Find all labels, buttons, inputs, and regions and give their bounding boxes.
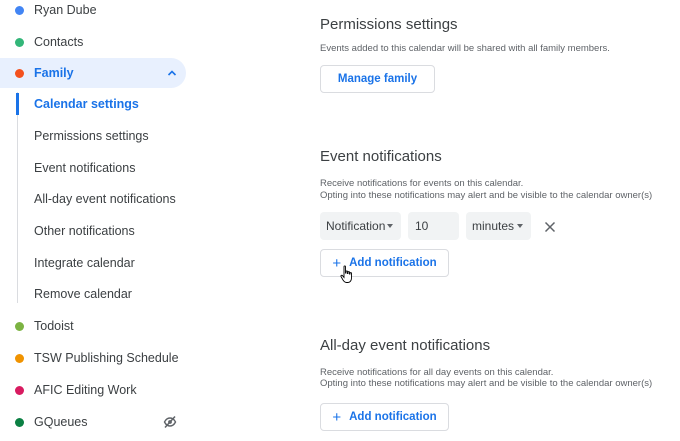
subnav-remove-calendar[interactable]: Remove calendar [34, 285, 132, 303]
sidebar-calendar-todoist[interactable]: Todoist [0, 311, 186, 341]
sidebar-calendar-contacts[interactable]: Contacts [0, 27, 186, 57]
calendar-label: Contacts [34, 35, 84, 49]
subnav-calendar-settings[interactable]: Calendar settings [34, 95, 139, 113]
calendar-color-dot [15, 5, 24, 15]
calendar-color-dot [15, 385, 24, 395]
plus-icon: + [332, 408, 342, 426]
subnav-line [17, 92, 18, 303]
calendar-label: TSW Publishing Schedule [34, 351, 179, 365]
sidebar-calendar-family[interactable]: Family [0, 58, 186, 88]
sidebar-calendar-ryan-dube[interactable]: Ryan Dube [0, 0, 186, 25]
subnav-permissions-settings[interactable]: Permissions settings [34, 127, 149, 145]
subnav-integrate-calendar[interactable]: Integrate calendar [34, 254, 135, 272]
settings-content: Permissions settings Events added to thi… [320, 0, 680, 441]
chevron-up-icon[interactable] [166, 67, 178, 79]
notification-time-input[interactable] [408, 212, 459, 240]
all-day-notifications-title: All-day event notifications [320, 337, 491, 354]
eye-off-icon[interactable] [163, 415, 177, 429]
remove-notification-close-icon[interactable] [544, 221, 556, 233]
calendar-label: AFIC Editing Work [34, 383, 137, 397]
calendar-color-dot [15, 321, 24, 331]
hand-cursor-icon [340, 265, 352, 283]
sidebar-calendar-gqueues[interactable]: GQueues [0, 407, 186, 437]
calendar-label: GQueues [34, 415, 88, 429]
subnav-other-notifications[interactable]: Other notifications [34, 222, 135, 240]
calendar-label: Ryan Dube [34, 3, 97, 17]
permissions-settings-title: Permissions settings [320, 16, 458, 33]
sidebar-calendar-afic-editing-work[interactable]: AFIC Editing Work [0, 375, 186, 405]
notification-type-select[interactable]: Notification [320, 212, 401, 240]
calendar-color-dot [15, 353, 24, 363]
notification-unit-value: minutes [472, 219, 515, 233]
manage-family-button[interactable]: Manage family [320, 65, 435, 93]
event-notifications-description-line1: Receive notifications for events on this… [320, 178, 524, 189]
dropdown-caret-icon [387, 224, 393, 228]
permissions-description: Events added to this calendar will be sh… [320, 43, 610, 54]
add-notification-label: Add notification [349, 411, 437, 423]
add-notification-label: Add notification [349, 257, 437, 269]
event-notifications-title: Event notifications [320, 148, 442, 165]
all-day-notifications-description-line2: Opting into these notifications may aler… [320, 378, 653, 389]
sidebar-calendar-tsw-publishing-schedule[interactable]: TSW Publishing Schedule [0, 343, 186, 373]
event-notifications-description-line2: Opting into these notifications may aler… [320, 190, 653, 201]
calendar-color-dot [15, 68, 24, 78]
calendar-color-dot [15, 417, 24, 427]
calendar-settings-app: Ryan Dube Contacts Family Calendar setti… [0, 0, 680, 441]
subnav-active-indicator [16, 93, 19, 115]
calendar-label: Family [34, 66, 74, 80]
subnav-all-day-event-notifications[interactable]: All-day event notifications [34, 190, 176, 208]
subnav-event-notifications[interactable]: Event notifications [34, 159, 135, 177]
calendar-label: Todoist [34, 319, 74, 333]
calendar-color-dot [15, 37, 24, 47]
notification-unit-select[interactable]: minutes [466, 212, 531, 240]
dropdown-caret-icon [517, 224, 523, 228]
add-all-day-notification-button[interactable]: + Add notification [320, 403, 449, 431]
notification-type-value: Notification [326, 219, 386, 233]
sidebar: Ryan Dube Contacts Family Calendar setti… [0, 0, 200, 441]
